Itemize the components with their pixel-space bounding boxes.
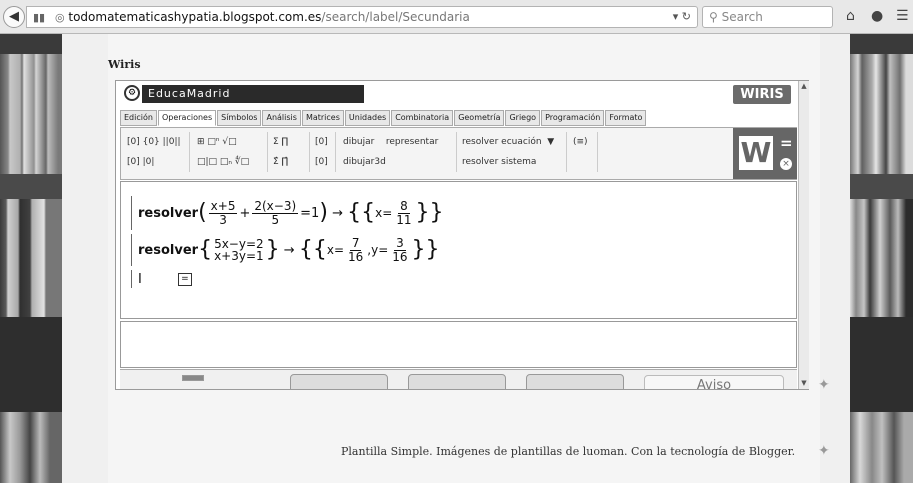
tab-unidades[interactable]: Unidades [344,110,391,126]
tab-programacion[interactable]: Programación [541,110,605,126]
arrow-icon: → [332,205,343,221]
wiris-editor[interactable]: ⚙ EducaMadrid WIRIS Edición Operaciones … [115,80,809,390]
bracket-row-1[interactable]: [0] {0} ||0|| [127,132,181,152]
fraction-buttons: ⊞ □ⁿ √□ □|□ □ₙ ∜□ [197,132,249,172]
tab-analisis[interactable]: Análisis [262,110,301,126]
back-arrow-icon[interactable]: ◀ [3,6,25,28]
search-input[interactable]: ⚲ Search [702,6,833,28]
bracket-alt-2[interactable]: [0] [315,152,328,172]
url-host: todomatematicashypatia.blogspot.com.es [68,10,322,24]
calculate-panel: W = × [733,128,797,179]
resolver-ecuacion-button[interactable]: resolver ecuación [462,137,542,147]
aviso-tab[interactable]: Aviso [644,375,784,389]
bookshelf-background-right [850,34,913,483]
fraction: x+5 3 [208,198,238,227]
scroll-up-icon[interactable]: ▲ [799,81,809,92]
bottom-tabs: Aviso [120,369,797,389]
sum-buttons: Σ ∏ Σ̂ ∏̂ [273,132,288,172]
fraction-row-2[interactable]: □|□ □ₙ ∜□ [197,152,249,172]
fraction: 7 16 [348,235,364,264]
equation-system: 5x−y=2 x+3y=1 [214,237,264,263]
home-icon[interactable]: ⌂ [846,8,855,24]
tab-edicion[interactable]: Edición [120,110,157,126]
text-cursor: I [138,271,142,287]
matrix-button[interactable]: (≡) [573,132,588,152]
matrix-buttons: (≡) [573,132,588,152]
vertical-scrollbar[interactable]: ▲ ▼ [798,81,809,389]
bottom-tab-3[interactable] [526,374,624,389]
solve-buttons: resolver ecuación ▼ resolver sistema [462,132,554,172]
bottom-tab-2[interactable] [408,374,506,389]
bottom-tab-marker [182,375,204,381]
dibujar-button[interactable]: dibujar [343,137,374,147]
footer-text: Plantilla Simple. Imágenes de plantillas… [341,445,796,458]
post-title: Wiris [108,58,141,71]
plot-buttons: dibujar representar dibujar3d [343,132,438,172]
reload-icon[interactable]: ▾ ↻ [673,7,691,27]
url-path: /search/label/Secundaria [321,10,470,24]
globe-icon: ◎ [54,11,65,24]
bracket-buttons: [0] {0} ||0|| [0] |0| [127,132,181,172]
arrow-icon: → [283,242,295,258]
dibujar3d-button[interactable]: dibujar3d [343,157,386,167]
formula-line-2[interactable]: resolver { 5x−y=2 x+3y=1 } → {{ x= 7 16 … [131,234,440,266]
wiris-header: ⚙ EducaMadrid WIRIS [116,81,798,108]
menu-icon[interactable]: ☰ [896,8,909,24]
representar-button[interactable]: representar [386,137,438,147]
tab-operaciones[interactable]: Operaciones [157,110,217,126]
output-area[interactable] [120,321,797,368]
formula-area[interactable]: resolver ( x+5 3 + 2(x−3) 5 =1 ) → {{ x=… [120,181,797,319]
tab-matrices[interactable]: Matrices [301,110,344,126]
wiris-tabs: Edición Operaciones Símbolos Análisis Ma… [120,110,647,126]
dropdown-arrow-icon[interactable]: ▼ [544,137,554,147]
resolver-keyword: resolver [138,242,199,258]
educamadrid-logo-icon: ⚙ [124,85,140,101]
wiris-toolbar: [0] {0} ||0|| [0] |0| ⊞ □ⁿ √□ □|□ □ₙ ∜□ … [120,127,797,180]
tab-griego[interactable]: Griego [505,110,541,126]
fraction-row-1[interactable]: ⊞ □ⁿ √□ [197,132,249,152]
bracket-alt-buttons: [0] [0] [315,132,328,172]
search-placeholder: Search [721,10,763,24]
sum-row-1[interactable]: Σ ∏ [273,132,288,152]
bracket-alt-1[interactable]: [0] [315,132,328,152]
wiris-brand: EducaMadrid [142,85,364,103]
wiris-logo: WIRIS [733,85,791,104]
formula-line-1[interactable]: resolver ( x+5 3 + 2(x−3) 5 =1 ) → {{ x=… [131,196,444,230]
url-bar[interactable]: ▮▮ ◎ todomatematicashypatia.blogspot.com… [26,6,698,28]
tab-combinatoria[interactable]: Combinatoria [391,110,454,126]
calculate-button[interactable]: W [739,136,773,170]
clear-icon[interactable]: × [780,158,792,170]
bottom-tab-1[interactable] [290,374,388,389]
fraction: 3 16 [392,235,408,264]
tab-formato[interactable]: Formato [605,110,647,126]
edit-tool-icon-footer[interactable]: ✦ [818,443,830,459]
chat-icon[interactable]: ● [871,8,883,24]
equals-box-icon[interactable]: = [177,272,192,286]
scroll-down-icon[interactable]: ▼ [799,378,809,389]
edit-tool-icon[interactable]: ✦ [818,377,830,393]
resolver-keyword: resolver [138,205,199,221]
bracket-row-2[interactable]: [0] |0| [127,152,181,172]
formula-line-3[interactable]: I = [131,270,192,288]
resolver-sistema-button[interactable]: resolver sistema [462,157,536,167]
fraction: 8 11 [396,198,412,227]
search-icon: ⚲ [709,10,718,24]
fraction: 2(x−3) 5 [252,198,299,227]
equals-icon[interactable]: = [780,134,793,152]
sum-row-2[interactable]: Σ̂ ∏̂ [273,152,288,172]
bookshelf-background-left [0,34,62,483]
tab-geometria[interactable]: Geometría [454,110,505,126]
library-icon[interactable]: ▮▮ [33,8,45,28]
tab-simbolos[interactable]: Símbolos [217,110,262,126]
browser-toolbar: ◀ ▮▮ ◎ todomatematicashypatia.blogspot.c… [0,0,913,34]
